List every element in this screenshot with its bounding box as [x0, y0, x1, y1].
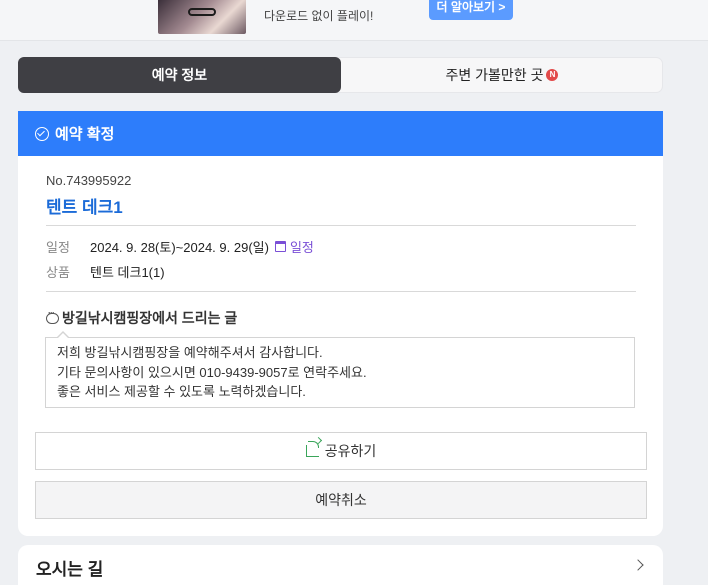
- share-icon: [305, 441, 319, 457]
- schedule-value: 2024. 9. 28(토)~2024. 9. 29(일): [90, 240, 269, 255]
- character-glasses-icon: [188, 8, 216, 16]
- status-banner: 예약 확정: [18, 111, 663, 156]
- message-heading: 방길낚시캠핑장에서 드리는 글: [46, 308, 237, 328]
- calendar-add-link[interactable]: 일정: [274, 237, 314, 256]
- speech-bubble-icon: [46, 308, 59, 324]
- check-circle-icon: [35, 126, 49, 141]
- product-label: 상품: [46, 265, 70, 280]
- reservation-title: 텐트 데크1: [46, 198, 123, 217]
- schedule-row: 일정 2024. 9. 28(토)~2024. 9. 29(일) 일정: [46, 237, 314, 256]
- cancel-reservation-button[interactable]: 예약취소: [35, 481, 647, 519]
- directions-section[interactable]: 오시는 길: [18, 545, 663, 585]
- divider: [46, 291, 636, 292]
- tab-label: 예약 정보: [151, 67, 208, 83]
- ad-text: 다운로드 없이 플레이!: [264, 9, 374, 23]
- message-heading-text: 방길낚시캠핑장에서 드리는 글: [62, 310, 238, 326]
- tab-bar: 예약 정보 주변 가볼만한 곳 N: [18, 57, 663, 93]
- ad-banner[interactable]: 다운로드 없이 플레이! 더 알아보기 >: [0, 0, 708, 41]
- chevron-right-icon: [632, 559, 644, 571]
- status-label: 예약 확정: [55, 126, 115, 143]
- divider: [46, 225, 636, 226]
- host-message-box: 저희 방길낚시캠핑장을 예약해주셔서 감사합니다. 기타 문의사항이 있으시면 …: [45, 331, 635, 408]
- message-line: 기타 문의사항이 있으시면 010-9439-9057로 연락주세요.: [57, 364, 367, 380]
- share-button-label: 공유하기: [324, 443, 377, 459]
- message-line: 저희 방길낚시캠핑장을 예약해주셔서 감사합니다.: [57, 345, 323, 360]
- calendar-link-label: 일정: [289, 240, 314, 255]
- share-button[interactable]: 공유하기: [35, 432, 647, 470]
- ad-thumbnail-image: [158, 0, 246, 34]
- tab-reservation-info[interactable]: 예약 정보: [18, 57, 341, 93]
- tab-nearby-places[interactable]: 주변 가볼만한 곳 N: [341, 58, 663, 92]
- schedule-label: 일정: [46, 240, 70, 255]
- product-row: 상품 텐트 데크1(1): [46, 262, 165, 281]
- calendar-icon: [274, 241, 286, 252]
- directions-title: 오시는 길: [36, 560, 104, 579]
- reservation-card: No.743995922 텐트 데크1 일정 2024. 9. 28(토)~20…: [18, 156, 663, 536]
- product-value: 텐트 데크1(1): [90, 265, 165, 280]
- reservation-number: No.743995922: [46, 173, 132, 188]
- new-badge: N: [546, 69, 559, 81]
- tab-label: 주변 가볼만한 곳: [445, 67, 544, 83]
- ad-learn-more-button[interactable]: 더 알아보기 >: [429, 0, 513, 20]
- cancel-button-label: 예약취소: [315, 492, 367, 508]
- message-line: 좋은 서비스 제공할 수 있도록 노력하겠습니다.: [57, 384, 306, 399]
